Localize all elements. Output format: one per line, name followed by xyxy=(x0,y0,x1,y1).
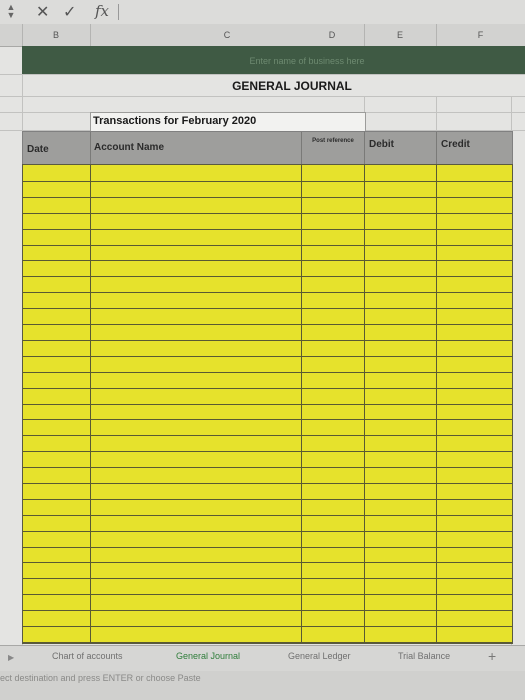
journal-row-line xyxy=(23,467,512,468)
column-header-b[interactable]: B xyxy=(22,24,91,46)
journal-row-line xyxy=(23,213,512,214)
header-cell-account-name[interactable]: Account Name xyxy=(91,132,302,165)
header-credit-label: Credit xyxy=(441,139,470,150)
header-date-label: Date xyxy=(27,144,49,155)
journal-row-line xyxy=(23,324,512,325)
journal-row-line xyxy=(23,388,512,389)
journal-row-line xyxy=(23,260,512,261)
journal-row-line xyxy=(23,229,512,230)
journal-row-line xyxy=(23,308,512,309)
journal-row-line xyxy=(23,531,512,532)
header-debit-label: Debit xyxy=(369,139,394,150)
journal-row-line xyxy=(23,515,512,516)
column-headers: B C D E F xyxy=(0,24,525,47)
journal-row-line xyxy=(23,451,512,452)
journal-row-line xyxy=(23,578,512,579)
add-sheet-icon[interactable]: + xyxy=(488,648,496,664)
header-cell-debit[interactable]: Debit xyxy=(365,132,437,165)
transactions-cell[interactable]: Transactions for February 2020 xyxy=(90,112,366,132)
journal-row-line xyxy=(23,181,512,182)
formula-divider xyxy=(118,4,119,20)
journal-row-line xyxy=(23,197,512,198)
journal-row-line xyxy=(23,276,512,277)
journal-row-line xyxy=(23,340,512,341)
journal-column-line xyxy=(436,165,437,643)
journal-row-line xyxy=(23,594,512,595)
journal-column-line xyxy=(364,165,365,643)
journal-row-line xyxy=(23,404,512,405)
tab-chart-of-accounts[interactable]: Chart of accounts xyxy=(52,651,123,661)
tab-general-ledger[interactable]: General Ledger xyxy=(288,651,351,661)
column-header-f[interactable]: F xyxy=(436,24,525,46)
column-header-e[interactable]: E xyxy=(364,24,437,46)
journal-row-line xyxy=(23,562,512,563)
journal-row-line xyxy=(23,356,512,357)
header-cell-post-reference[interactable]: Post reference xyxy=(302,132,365,165)
sheet-tab-bar: ▶ Chart of accounts General Journal Gene… xyxy=(0,645,525,672)
tab-scroll-icon[interactable]: ▶ xyxy=(8,653,14,662)
journal-row-line xyxy=(23,642,512,643)
name-box-stepper-icon[interactable]: ▲ ▼ xyxy=(6,3,16,21)
header-cell-date[interactable]: Date xyxy=(23,132,91,165)
journal-row-line xyxy=(23,245,512,246)
function-icon[interactable]: fx xyxy=(95,2,109,20)
journal-column-line xyxy=(301,165,302,643)
status-text: ect destination and press ENTER or choos… xyxy=(0,673,201,683)
select-all-corner[interactable] xyxy=(0,24,23,46)
header-post-reference-label: Post reference xyxy=(312,138,354,144)
journal-entry-table[interactable] xyxy=(22,164,513,644)
journal-title: GENERAL JOURNAL xyxy=(232,79,352,93)
journal-row-line xyxy=(23,419,512,420)
journal-row-line xyxy=(23,610,512,611)
grid-line xyxy=(0,74,525,75)
journal-row-line xyxy=(23,626,512,627)
transactions-title: Transactions for February 2020 xyxy=(93,115,257,127)
tab-general-journal[interactable]: General Journal xyxy=(176,651,240,661)
business-name-banner[interactable]: Enter name of business here xyxy=(22,46,525,74)
grid-line xyxy=(436,96,437,132)
formula-input[interactable] xyxy=(122,2,521,22)
enter-icon[interactable]: ✓ xyxy=(63,2,76,22)
journal-row-line xyxy=(23,483,512,484)
journal-row-line xyxy=(23,292,512,293)
column-header-d[interactable]: D xyxy=(300,24,365,46)
header-cell-credit[interactable]: Credit xyxy=(437,132,511,165)
sheet-area: B C D E F Enter name of business here GE… xyxy=(0,24,525,650)
journal-title-cell[interactable]: GENERAL JOURNAL xyxy=(22,76,525,96)
status-bar: ect destination and press ENTER or choos… xyxy=(0,671,525,700)
journal-row-line xyxy=(23,435,512,436)
grid-line xyxy=(0,96,525,97)
journal-column-line xyxy=(90,165,91,643)
journal-row-line xyxy=(23,547,512,548)
header-account-name-label: Account Name xyxy=(94,142,165,153)
formula-bar: ▲ ▼ ✕ ✓ fx xyxy=(0,0,525,25)
journal-row-line xyxy=(23,499,512,500)
cancel-icon[interactable]: ✕ xyxy=(36,2,49,22)
tab-trial-balance[interactable]: Trial Balance xyxy=(398,651,450,661)
business-name-text: Enter name of business here xyxy=(249,56,365,66)
journal-header-row: Date Account Name Post reference Debit C… xyxy=(22,131,513,166)
journal-row-line xyxy=(23,372,512,373)
